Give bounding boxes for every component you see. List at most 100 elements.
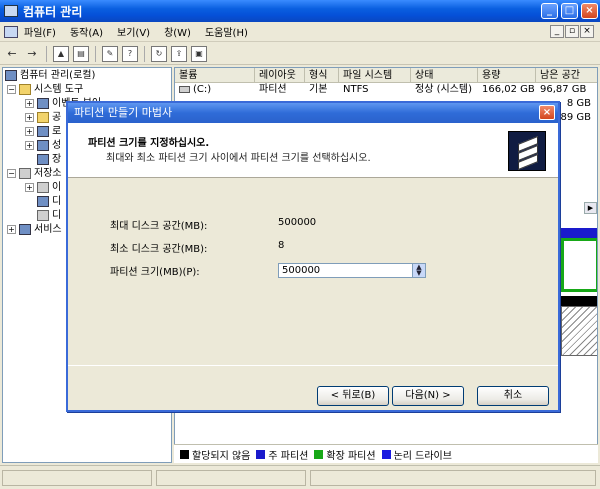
users-icon [37,125,49,137]
volume-label: (C:) [193,84,212,95]
tree-item-system-child[interactable]: + 성 [25,139,61,153]
legend-label: 논리 드라이브 [393,450,452,462]
show-tree-icon[interactable]: ▤ [73,45,89,62]
mdi-restore-button[interactable]: ▫ [565,25,579,38]
help-icon[interactable]: ? [122,45,138,62]
toolbar-separator [46,45,47,62]
refresh-icon[interactable]: ↻ [151,45,167,62]
column-header[interactable]: 레이아웃 [255,68,305,83]
tree-label: 컴퓨터 관리(로컬) [20,70,96,81]
properties-icon[interactable]: ✎ [102,45,118,62]
removable-storage-icon [37,181,49,193]
partition-legend: 할당되지 않음 주 파티션 확장 파티션 논리 드라이브 [174,444,598,463]
mdi-close-button[interactable]: × [580,25,594,38]
expand-icon[interactable]: + [7,224,16,234]
tree-label: 로 [52,126,62,137]
expand-icon[interactable]: + [25,112,34,122]
table-row[interactable]: (C:) 파티션 기본 NTFS 정상 (시스템) 166,02 GB 96,8… [175,83,597,97]
status-segment [2,470,152,486]
dialog-titlebar: 파티션 만들기 마법사 × [68,103,558,123]
back-button[interactable]: < 뒤로(B) [317,386,389,406]
export-icon[interactable]: ⇪ [171,45,187,62]
spin-updown-icon[interactable]: ▲ ▼ [412,264,425,277]
list-header: 볼륨 레이아웃 형식 파일 시스템 상태 용량 남은 공간 [175,68,597,83]
back-arrow-icon[interactable]: ← [4,46,20,62]
disk-icon[interactable]: ▣ [191,45,207,62]
legend-item: 주 파티션 [256,447,308,462]
expand-icon[interactable]: + [25,126,34,136]
cancel-button[interactable]: 취소 [477,386,549,406]
mdi-window-icon[interactable] [4,25,18,38]
tree-item-system-child[interactable]: 장 [37,153,61,167]
legend-label: 확장 파티션 [326,450,376,462]
column-header[interactable]: 형식 [305,68,339,83]
partition-size-value: 500000 [282,265,321,276]
status-segment [156,470,306,486]
minimize-button[interactable]: _ [541,3,558,19]
collapse-icon[interactable]: − [7,84,16,94]
tree-item-system-child[interactable]: + 로 [25,125,61,139]
next-button[interactable]: 다음(N) > [392,386,464,406]
computer-icon [5,69,17,81]
menu-file[interactable]: 파일(F) [24,24,56,39]
collapse-icon[interactable]: − [7,168,16,178]
cell-filesystem: NTFS [343,84,369,95]
cell-free: 96,87 GB [540,84,587,95]
column-header[interactable]: 볼륨 [175,68,255,83]
legend-label: 주 파티션 [268,450,309,462]
primary-partition-bar [561,228,597,238]
device-manager-icon [37,153,49,165]
computer-management-icon [4,5,18,17]
tree-label: 서비스 [34,224,62,235]
column-header[interactable]: 남은 공간 [536,68,597,83]
column-header[interactable]: 용량 [478,68,536,83]
menu-view[interactable]: 보기(V) [117,24,150,39]
dialog-close-button[interactable]: × [539,105,555,120]
cell-type: 기본 [309,84,328,95]
expand-icon[interactable]: + [25,98,34,108]
toolbar: ← → ▲ ▤ ✎ ? ↻ ⇪ ▣ [0,43,600,65]
partition-size-stepper[interactable]: 500000 ▲ ▼ [278,263,426,278]
menu-action[interactable]: 동작(A) [70,24,103,39]
extended-partition-block[interactable] [561,238,597,292]
tree-item-storage-child[interactable]: 디 [37,209,61,223]
shared-folders-icon [37,111,49,123]
wizard-heading: 파티션 크기를 지정하십시오. [88,138,210,149]
menu-window[interactable]: 창(W) [164,24,191,39]
legend-swatch [256,449,266,459]
event-viewer-icon [37,97,49,109]
cell-free-partial: 89 GB [560,112,591,123]
up-folder-icon[interactable]: ▲ [53,45,69,62]
maximize-button[interactable]: □ [561,3,578,19]
window-titlebar: 컴퓨터 관리 _ □ × [0,0,600,22]
mdi-minimize-button[interactable]: _ [550,25,564,38]
column-header[interactable]: 파일 시스템 [339,68,411,83]
legend-swatch [314,449,324,459]
disk-graphic[interactable] [561,226,597,356]
tree-item-services[interactable]: + 서비스 [7,223,62,237]
tree-item-storage-child[interactable]: 디 [37,195,61,209]
tree-item-root[interactable]: 컴퓨터 관리(로컬) [5,69,95,83]
legend-item: 할당되지 않음 [180,447,250,462]
tree-item-system-tools[interactable]: − 시스템 도구 [7,83,83,97]
column-header[interactable]: 상태 [411,68,478,83]
expand-icon[interactable]: + [25,182,34,192]
close-button[interactable]: × [581,3,598,19]
tree-item-storage[interactable]: − 저장소 [7,167,62,181]
expand-icon[interactable]: + [25,140,34,150]
disk-management-icon [37,209,49,221]
defrag-icon [37,195,49,207]
min-space-label: 최소 디스크 공간(MB): [110,244,208,255]
cell-volume: (C:) [175,83,255,97]
cell-free-partial: 8 GB [566,98,591,109]
tree-item-system-child[interactable]: + 공 [25,111,61,125]
status-bar [0,465,600,489]
legend-label: 할당되지 않음 [192,450,251,462]
tree-label: 디 [52,196,62,207]
menu-help[interactable]: 도움말(H) [205,24,248,39]
scroll-right-icon[interactable]: ▶ [584,202,597,214]
forward-arrow-icon[interactable]: → [24,46,40,62]
selected-partition-block[interactable] [561,306,597,356]
legend-item: 확장 파티션 [314,447,376,462]
tree-item-storage-child[interactable]: + 이 [25,181,61,195]
